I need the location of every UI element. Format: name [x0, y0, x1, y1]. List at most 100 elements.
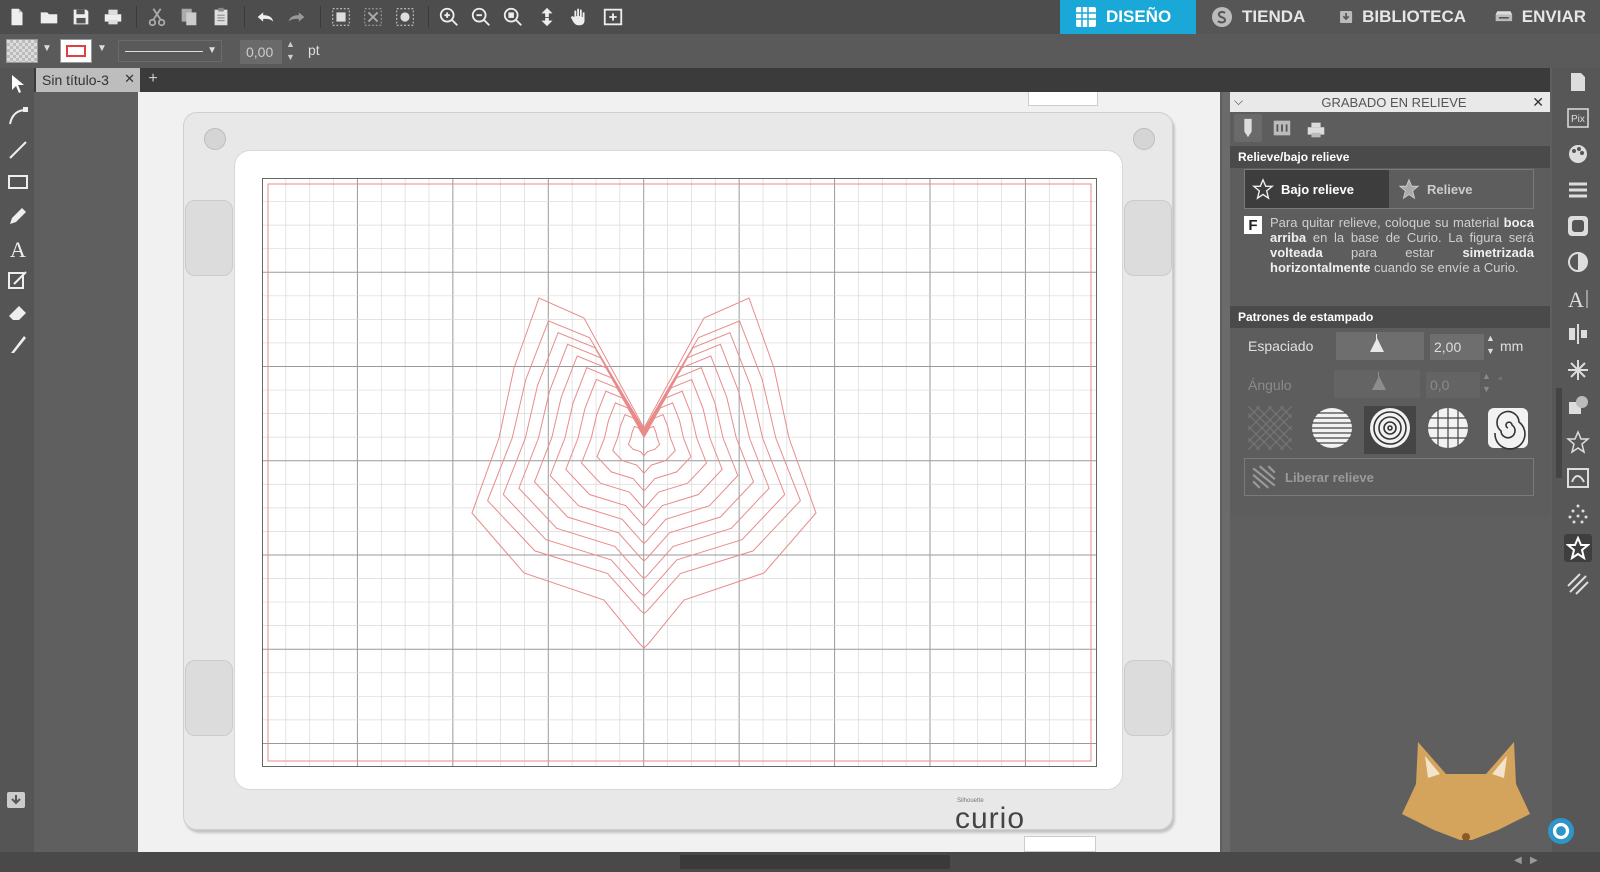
line-style-dropdown[interactable]: ▼ — [118, 40, 222, 62]
svg-text:A: A — [10, 237, 26, 260]
mat-clamp — [1124, 660, 1172, 736]
line-width-stepper[interactable]: ▲ ▼ — [286, 38, 295, 64]
release-emboss-button[interactable]: Liberar relieve — [1244, 458, 1534, 496]
replicate-icon[interactable] — [1564, 356, 1592, 384]
sketch-dots-icon[interactable] — [1564, 500, 1592, 528]
import-panel-icon[interactable] — [2, 786, 30, 814]
tab-diseno[interactable]: DISEÑO — [1060, 0, 1196, 34]
tab-label: DISEÑO — [1106, 7, 1172, 26]
scroll-left-icon[interactable]: ◀ — [1514, 855, 1522, 866]
left-toolbox: A — [0, 68, 34, 852]
star-shapes-icon[interactable] — [1564, 428, 1592, 456]
spacing-stepper[interactable]: ▲ ▼ — [1486, 332, 1495, 358]
new-tab-icon[interactable]: + — [142, 70, 164, 90]
pencil-tool-icon[interactable] — [4, 202, 32, 230]
star-filled-icon — [1398, 178, 1420, 200]
text-style-icon[interactable]: A — [1564, 284, 1592, 312]
spacing-label: Espaciado — [1248, 338, 1314, 354]
line-width-unit: pt — [308, 42, 320, 58]
angle-input: 0,0 — [1426, 372, 1480, 398]
fit-selection-icon[interactable] — [600, 4, 626, 30]
zoom-in-icon[interactable] — [436, 4, 462, 30]
text-tool-icon[interactable]: A — [4, 234, 32, 262]
chevron-down-icon[interactable]: ▼ — [97, 43, 107, 54]
concentric-pattern-icon — [1368, 406, 1412, 455]
line-color-swatch[interactable] — [60, 39, 92, 63]
group-icon[interactable] — [328, 4, 354, 30]
line-style-icon[interactable] — [1564, 176, 1592, 204]
fit-page-icon[interactable] — [534, 4, 560, 30]
tab-tienda[interactable]: TIENDA — [1196, 0, 1324, 34]
line-tool-icon[interactable] — [4, 136, 32, 164]
trace-icon[interactable] — [1564, 464, 1592, 492]
release-compound-icon[interactable] — [392, 4, 418, 30]
spacing-slider[interactable] — [1336, 332, 1424, 360]
edit-points-icon[interactable] — [4, 102, 32, 130]
collapse-chevron-icon[interactable]: ⌵ — [1234, 94, 1243, 109]
emboss-star-icon[interactable] — [1564, 534, 1592, 562]
chevron-down-icon[interactable]: ▼ — [42, 43, 52, 54]
curio-logo-text: curio — [955, 802, 1026, 835]
lines-pattern-button[interactable] — [1306, 406, 1358, 454]
fill-color-swatch[interactable] — [6, 39, 38, 63]
panel-title-bar: ⌵ GRABADO EN RELIEVE ✕ — [1230, 92, 1550, 112]
mat-clamp — [1124, 200, 1172, 276]
new-file-icon[interactable] — [4, 4, 30, 30]
close-tab-icon[interactable]: ✕ — [124, 71, 135, 87]
panel-title: GRABADO EN RELIEVE — [1321, 94, 1467, 110]
fill-palette-icon[interactable] — [1564, 140, 1592, 168]
pixscan-icon[interactable]: Pix — [1564, 104, 1592, 132]
tab-biblioteca[interactable]: BIBLIOTECA — [1324, 0, 1480, 34]
library-download-icon — [1340, 10, 1353, 24]
zoom-box-icon[interactable] — [500, 4, 526, 30]
relief-mode-toggle: Bajo relieve Relieve — [1244, 169, 1534, 209]
vertical-scrollbar[interactable] — [1222, 92, 1230, 852]
align-icon[interactable] — [1564, 320, 1592, 348]
concentric-pattern-button[interactable] — [1364, 406, 1416, 454]
relieve-button[interactable]: Relieve — [1391, 170, 1533, 208]
ungroup-icon[interactable] — [360, 4, 386, 30]
silhouette-s-icon — [1212, 7, 1232, 27]
spiral-pattern-button[interactable] — [1482, 406, 1534, 454]
copy-icon[interactable] — [176, 4, 202, 30]
modify-icon[interactable] — [1564, 392, 1592, 420]
scroll-right-icon[interactable]: ▶ — [1530, 855, 1538, 866]
crosshatch-pattern-button[interactable] — [1244, 405, 1296, 454]
contrast-icon[interactable] — [1564, 248, 1592, 276]
knife-tool-icon[interactable] — [4, 330, 32, 358]
pan-hand-icon[interactable] — [566, 4, 592, 30]
print-icon[interactable] — [100, 4, 126, 30]
image-effects-icon[interactable] — [1564, 212, 1592, 240]
document-tab-title: Sin título-3 — [42, 72, 109, 88]
slider-thumb[interactable] — [1370, 338, 1384, 352]
grid-pattern-button[interactable] — [1422, 406, 1474, 454]
eraser-tool-icon[interactable] — [4, 298, 32, 326]
mat-guide — [1024, 836, 1096, 852]
zoom-out-icon[interactable] — [468, 4, 494, 30]
horizontal-scrollbar[interactable] — [680, 855, 950, 869]
document-tab[interactable]: Sin título-3 ✕ — [36, 68, 140, 92]
undo-icon[interactable] — [252, 4, 278, 30]
bajo-relieve-button[interactable]: Bajo relieve — [1245, 170, 1389, 208]
close-panel-icon[interactable]: ✕ — [1532, 94, 1544, 111]
release-emboss-icon — [1252, 465, 1276, 489]
section-header-patterns: Patrones de estampado — [1230, 306, 1550, 328]
emboss-tool-tab[interactable] — [1234, 114, 1262, 142]
draw-tool-icon[interactable] — [4, 266, 32, 294]
tool-holder-tab[interactable] — [1268, 114, 1296, 142]
print-emboss-tab[interactable] — [1302, 116, 1330, 144]
panel-scrollbar[interactable] — [1556, 388, 1562, 478]
select-tool-icon[interactable] — [4, 70, 32, 98]
paste-icon[interactable] — [208, 4, 234, 30]
open-folder-icon[interactable] — [36, 4, 62, 30]
spacing-input[interactable]: 2,00 — [1430, 334, 1484, 360]
redo-icon[interactable] — [284, 4, 310, 30]
line-width-input[interactable]: 0,00 — [240, 40, 282, 64]
cut-icon[interactable] — [144, 4, 170, 30]
hatch-fill-icon[interactable] — [1564, 570, 1592, 598]
rectangle-tool-icon[interactable] — [4, 168, 32, 196]
settings-gear-icon[interactable] — [1548, 818, 1574, 844]
tab-enviar[interactable]: ENVIAR — [1480, 0, 1600, 34]
save-icon[interactable] — [68, 4, 94, 30]
page-setup-icon[interactable] — [1564, 68, 1592, 96]
